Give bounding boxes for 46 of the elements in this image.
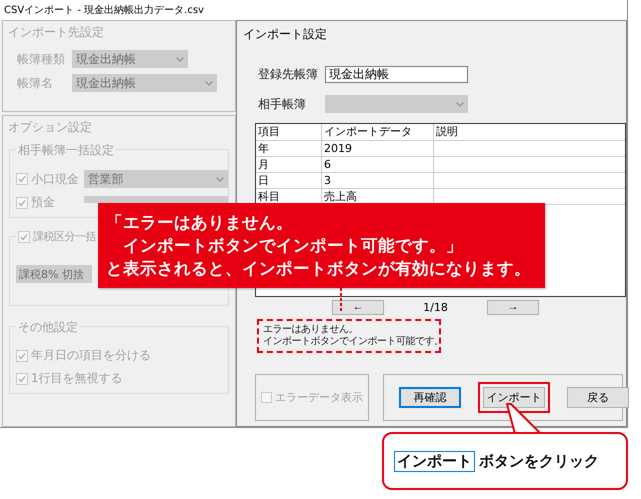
checkbox[interactable] [16,173,28,185]
window-title: CSVインポート - 現金出納帳出力データ.csv [4,4,204,17]
dialog-button[interactable]: 再確認 [399,387,461,408]
column-header: インポートデータ [322,124,434,140]
table-cell: 日 [256,173,322,188]
section-heading: インポート設定 [243,27,327,41]
checkbox[interactable] [16,372,28,384]
page-counter: 1/18 [422,301,449,314]
checkbox[interactable] [18,230,30,242]
column-header: 説明 [435,124,459,140]
field-label: 相手帳簿 [258,96,307,112]
dialog-button[interactable]: インポート [483,387,545,408]
chevron-down-icon [205,80,213,86]
group-heading: 相手帳簿一括設定 [16,142,116,159]
previous-button[interactable]: ← [332,300,384,315]
field-label: 帳簿種類 [17,50,66,68]
checkbox[interactable] [16,350,28,362]
dialog-button[interactable]: 戻る [567,387,629,408]
table-cell: 月 [256,157,322,172]
chevron-down-icon [456,102,464,106]
table-cell: 3 [322,173,434,188]
checkbox[interactable] [261,392,272,403]
button-name: インポート [394,450,475,472]
column-header: 項目 [256,124,322,140]
group-heading: その他設定 [16,319,80,336]
field-label: 登録先帳簿 [258,66,319,83]
hint-text: ボタンをクリック [479,452,599,470]
table-cell: 2019 [322,141,434,156]
field-label: 帳簿名 [17,74,54,92]
section-heading: オプション設定 [8,120,92,134]
table-cell: 6 [322,157,434,172]
callout-text: 「エラーはありません。 インポートボタンでインポート可能です。」 と表示されると、インポートボタンが有効になります。 [106,212,532,280]
checkbox-label: 小口現金 [31,170,80,188]
checkbox-label: 預金 [31,194,56,211]
checkbox-label: 年月日の項目を分ける [31,347,151,364]
table-cell: 年 [256,141,322,156]
input-field[interactable]: 現金出納帳 [325,66,468,83]
chevron-down-icon [176,56,184,62]
checkbox[interactable] [16,196,28,208]
checkbox-label: 課税区分一括 [33,229,96,244]
chevron-down-icon [216,176,224,182]
checkbox-label: エラーデータ表示 [275,390,363,405]
checkbox-label: 1行目を無視する [31,370,123,387]
next-button[interactable]: → [487,300,539,315]
status-message: エラーはありません。 インポートボタンでインポート可能です。 [263,324,435,348]
section-heading: インポート先設定 [8,25,104,39]
